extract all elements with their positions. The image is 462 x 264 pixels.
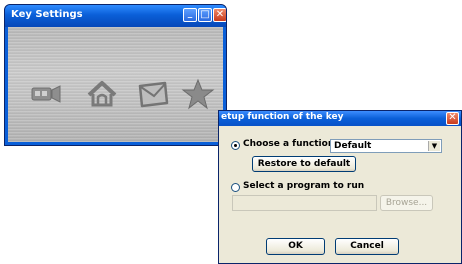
minimize-button[interactable]: _ [183,8,197,22]
chevron-down-icon[interactable]: ▼ [428,141,440,151]
minimize-icon: _ [187,9,193,19]
mail-icon[interactable] [136,77,170,111]
function-select[interactable]: Default ▼ [330,139,442,153]
dialog-title: etup function of the key [221,112,344,122]
close-icon: ✕ [215,9,225,20]
window-title: Key Settings [11,9,83,20]
select-program-radio[interactable] [231,183,240,192]
function-select-value: Default [334,141,372,151]
maximize-icon: □ [200,9,210,20]
setup-function-dialog: etup function of the key ✕ Choose a func… [218,110,462,264]
choose-function-radio[interactable] [231,141,240,150]
maximize-button[interactable]: □ [198,8,212,22]
home-icon[interactable] [85,77,119,111]
dialog-close-button[interactable]: ✕ [446,112,459,125]
select-program-label: Select a program to run [243,181,365,191]
program-path-input[interactable] [232,195,377,211]
title-bar[interactable]: Key Settings _ □ ✕ [5,5,226,27]
browse-button[interactable]: Browse... [380,195,433,211]
key-settings-window: Key Settings _ □ ✕ [4,4,227,146]
close-icon: ✕ [448,112,457,123]
close-button[interactable]: ✕ [213,8,226,22]
media-icon[interactable] [30,77,64,111]
star-icon[interactable] [181,77,215,111]
cancel-button[interactable]: Cancel [335,238,399,255]
restore-default-button[interactable]: Restore to default [252,156,356,172]
choose-function-label: Choose a function [243,139,335,149]
dialog-title-bar[interactable]: etup function of the key ✕ [219,111,461,126]
ok-button[interactable]: OK [266,238,325,255]
key-panel [8,27,223,142]
